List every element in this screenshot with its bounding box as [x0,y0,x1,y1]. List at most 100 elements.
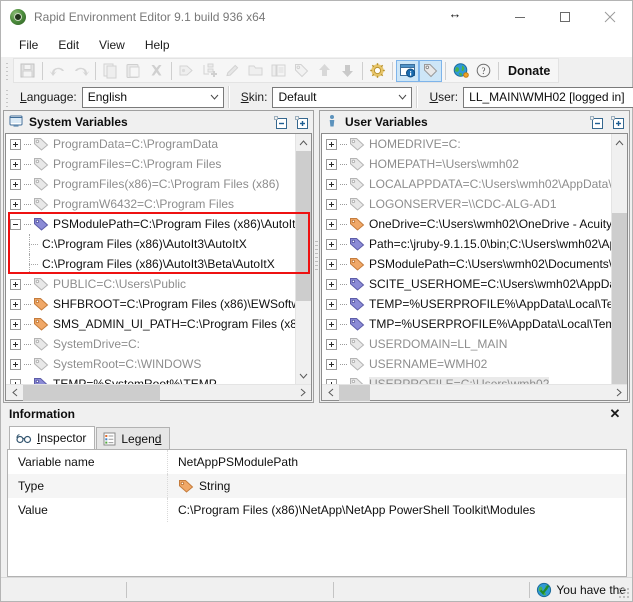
redo-button[interactable] [69,60,92,82]
expand-all-icon[interactable] [608,113,626,131]
tree-row[interactable]: SMS_ADMIN_UI_PATH=C:\Program Files (x86)… [6,314,295,334]
tree-row[interactable]: TEMP=%USERPROFILE%\AppData\Local\Temp [322,294,611,314]
expand-node-icon[interactable] [326,238,337,250]
expand-node-icon[interactable] [326,198,337,210]
move-down-button[interactable] [336,60,359,82]
tree-row[interactable]: ProgramW6432=C:\Program Files [6,194,295,214]
collapse-all-icon[interactable] [271,113,289,131]
expand-node-icon[interactable] [326,138,337,150]
tree-row[interactable]: USERPROFILE=C:\Users\wmh02 [322,374,611,384]
new-string-value-button[interactable] [290,60,313,82]
tree-row[interactable]: HOMEDRIVE=C: [322,134,611,154]
expand-node-icon[interactable] [10,338,21,350]
menu-item-edit[interactable]: Edit [48,35,89,55]
donate-button[interactable]: Donate [502,64,556,78]
expand-node-icon[interactable] [10,278,21,290]
expand-all-icon[interactable] [292,113,310,131]
system-variables-tree[interactable]: ProgramData=C:\ProgramData ProgramFiles=C… [6,134,295,384]
tree-row[interactable]: TMP=%USERPROFILE%\AppData\Local\Temp [322,314,611,334]
tree-row[interactable]: USERNAME=WMH02 [322,354,611,374]
save-button[interactable] [16,60,39,82]
undo-button[interactable] [46,60,69,82]
expand-node-icon[interactable] [326,278,337,290]
close-button[interactable] [587,1,632,32]
menu-item-file[interactable]: File [9,35,48,55]
add-value-button[interactable] [198,60,221,82]
expand-node-icon[interactable] [326,298,337,310]
new-file-value-button[interactable] [267,60,290,82]
settings-button[interactable] [366,60,389,82]
tree-row[interactable]: SystemRoot=C:\WINDOWS [6,354,295,374]
tree-row[interactable]: HOMEPATH=\Users\wmh02 [322,154,611,174]
scroll-down-icon[interactable] [296,367,312,384]
expand-node-icon[interactable] [326,158,337,170]
scroll-up-icon[interactable] [296,134,312,151]
system-hscroll-track[interactable] [23,384,294,401]
user-combo[interactable]: LL_MAIN\WMH02 [logged in] [463,86,633,108]
expand-node-icon[interactable] [10,318,21,330]
system-tree-vscrollbar[interactable] [295,134,311,384]
tree-row[interactable]: ProgramFiles(x86)=C:\Program Files (x86) [6,174,295,194]
options-gripper[interactable] [3,86,11,108]
website-button[interactable] [449,60,472,82]
menu-item-help[interactable]: Help [135,35,180,55]
tree-row[interactable]: Path=c:\jruby-9.1.15.0\bin;C:\Users\wmh0… [322,234,611,254]
tree-row[interactable]: SHFBROOT=C:\Program Files (x86)\EWSoftwa… [6,294,295,314]
minimize-button[interactable] [497,1,542,32]
edit-button[interactable] [221,60,244,82]
tree-child-row[interactable]: C:\Program Files (x86)\AutoIt3\Beta\Auto… [6,254,295,274]
tree-row[interactable]: SCITE_USERHOME=C:\Users\wmh02\AppData\Lo… [322,274,611,294]
system-vscroll-thumb[interactable] [295,151,311,301]
expand-node-icon[interactable] [326,318,337,330]
expand-node-icon[interactable] [10,158,21,170]
delete-button[interactable] [145,60,168,82]
user-tree-vscrollbar[interactable] [611,134,627,384]
system-hscroll-thumb[interactable] [23,384,160,401]
scroll-right-icon[interactable] [610,385,627,401]
user-hscroll-thumb[interactable] [339,384,370,401]
help-button[interactable]: ? [472,60,495,82]
tree-row[interactable]: SystemDrive=C: [6,334,295,354]
expand-node-icon[interactable] [10,198,21,210]
resize-grip[interactable] [618,587,630,599]
expand-node-icon[interactable] [326,258,337,270]
scroll-left-icon[interactable] [322,385,339,401]
tree-row[interactable]: PUBLIC=C:\Users\Public [6,274,295,294]
tree-row[interactable]: ProgramFiles=C:\Program Files [6,154,295,174]
copy-button[interactable] [99,60,122,82]
user-variables-tree[interactable]: HOMEDRIVE=C: HOMEPATH=\Users\wmh02 LOCALAP… [322,134,611,384]
new-folder-value-button[interactable] [244,60,267,82]
skin-combo[interactable]: Default [272,86,413,108]
expand-node-icon[interactable] [10,178,21,190]
expand-node-icon[interactable] [10,138,21,150]
tab-inspector[interactable]: Inspector [9,426,96,449]
tab-legend[interactable]: Legend [96,427,171,449]
show-info-pane-button[interactable] [396,59,419,82]
toolbar-gripper[interactable] [3,60,11,81]
tree-row[interactable]: LOGONSERVER=\\CDC-ALG-AD1 [322,194,611,214]
tree-row[interactable]: ProgramData=C:\ProgramData [6,134,295,154]
tree-row[interactable]: OneDrive=C:\Users\wmh02\OneDrive - Acuit… [322,214,611,234]
collapse-all-icon[interactable] [587,113,605,131]
expand-node-icon[interactable] [326,338,337,350]
tree-row[interactable]: USERDOMAIN=LL_MAIN [322,334,611,354]
system-vscroll-track[interactable] [295,151,311,367]
expand-node-icon[interactable] [326,218,337,230]
tree-row[interactable]: PSModulePath=C:\Program Files (x86)\Auto… [6,214,295,234]
expand-node-icon[interactable] [10,298,21,310]
add-variable-button[interactable] [175,60,198,82]
show-values-button[interactable] [419,59,442,82]
tree-row[interactable]: LOCALAPPDATA=C:\Users\wmh02\AppData\Loca… [322,174,611,194]
scroll-left-icon[interactable] [6,385,23,401]
user-hscroll-track[interactable] [339,384,610,401]
system-tree-hscrollbar[interactable] [6,384,311,401]
tree-row[interactable]: TEMP=%SystemRoot%\TEMP [6,374,295,384]
tree-row[interactable]: PSModulePath=C:\Users\wmh02\Documents\Wi… [322,254,611,274]
user-vscroll-track[interactable] [611,151,627,384]
maximize-button[interactable] [542,1,587,32]
paste-button[interactable] [122,60,145,82]
language-combo[interactable]: English [81,86,224,108]
status-notice[interactable]: You have the [530,579,632,601]
scroll-up-icon[interactable] [612,134,628,151]
expand-node-icon[interactable] [326,178,337,190]
